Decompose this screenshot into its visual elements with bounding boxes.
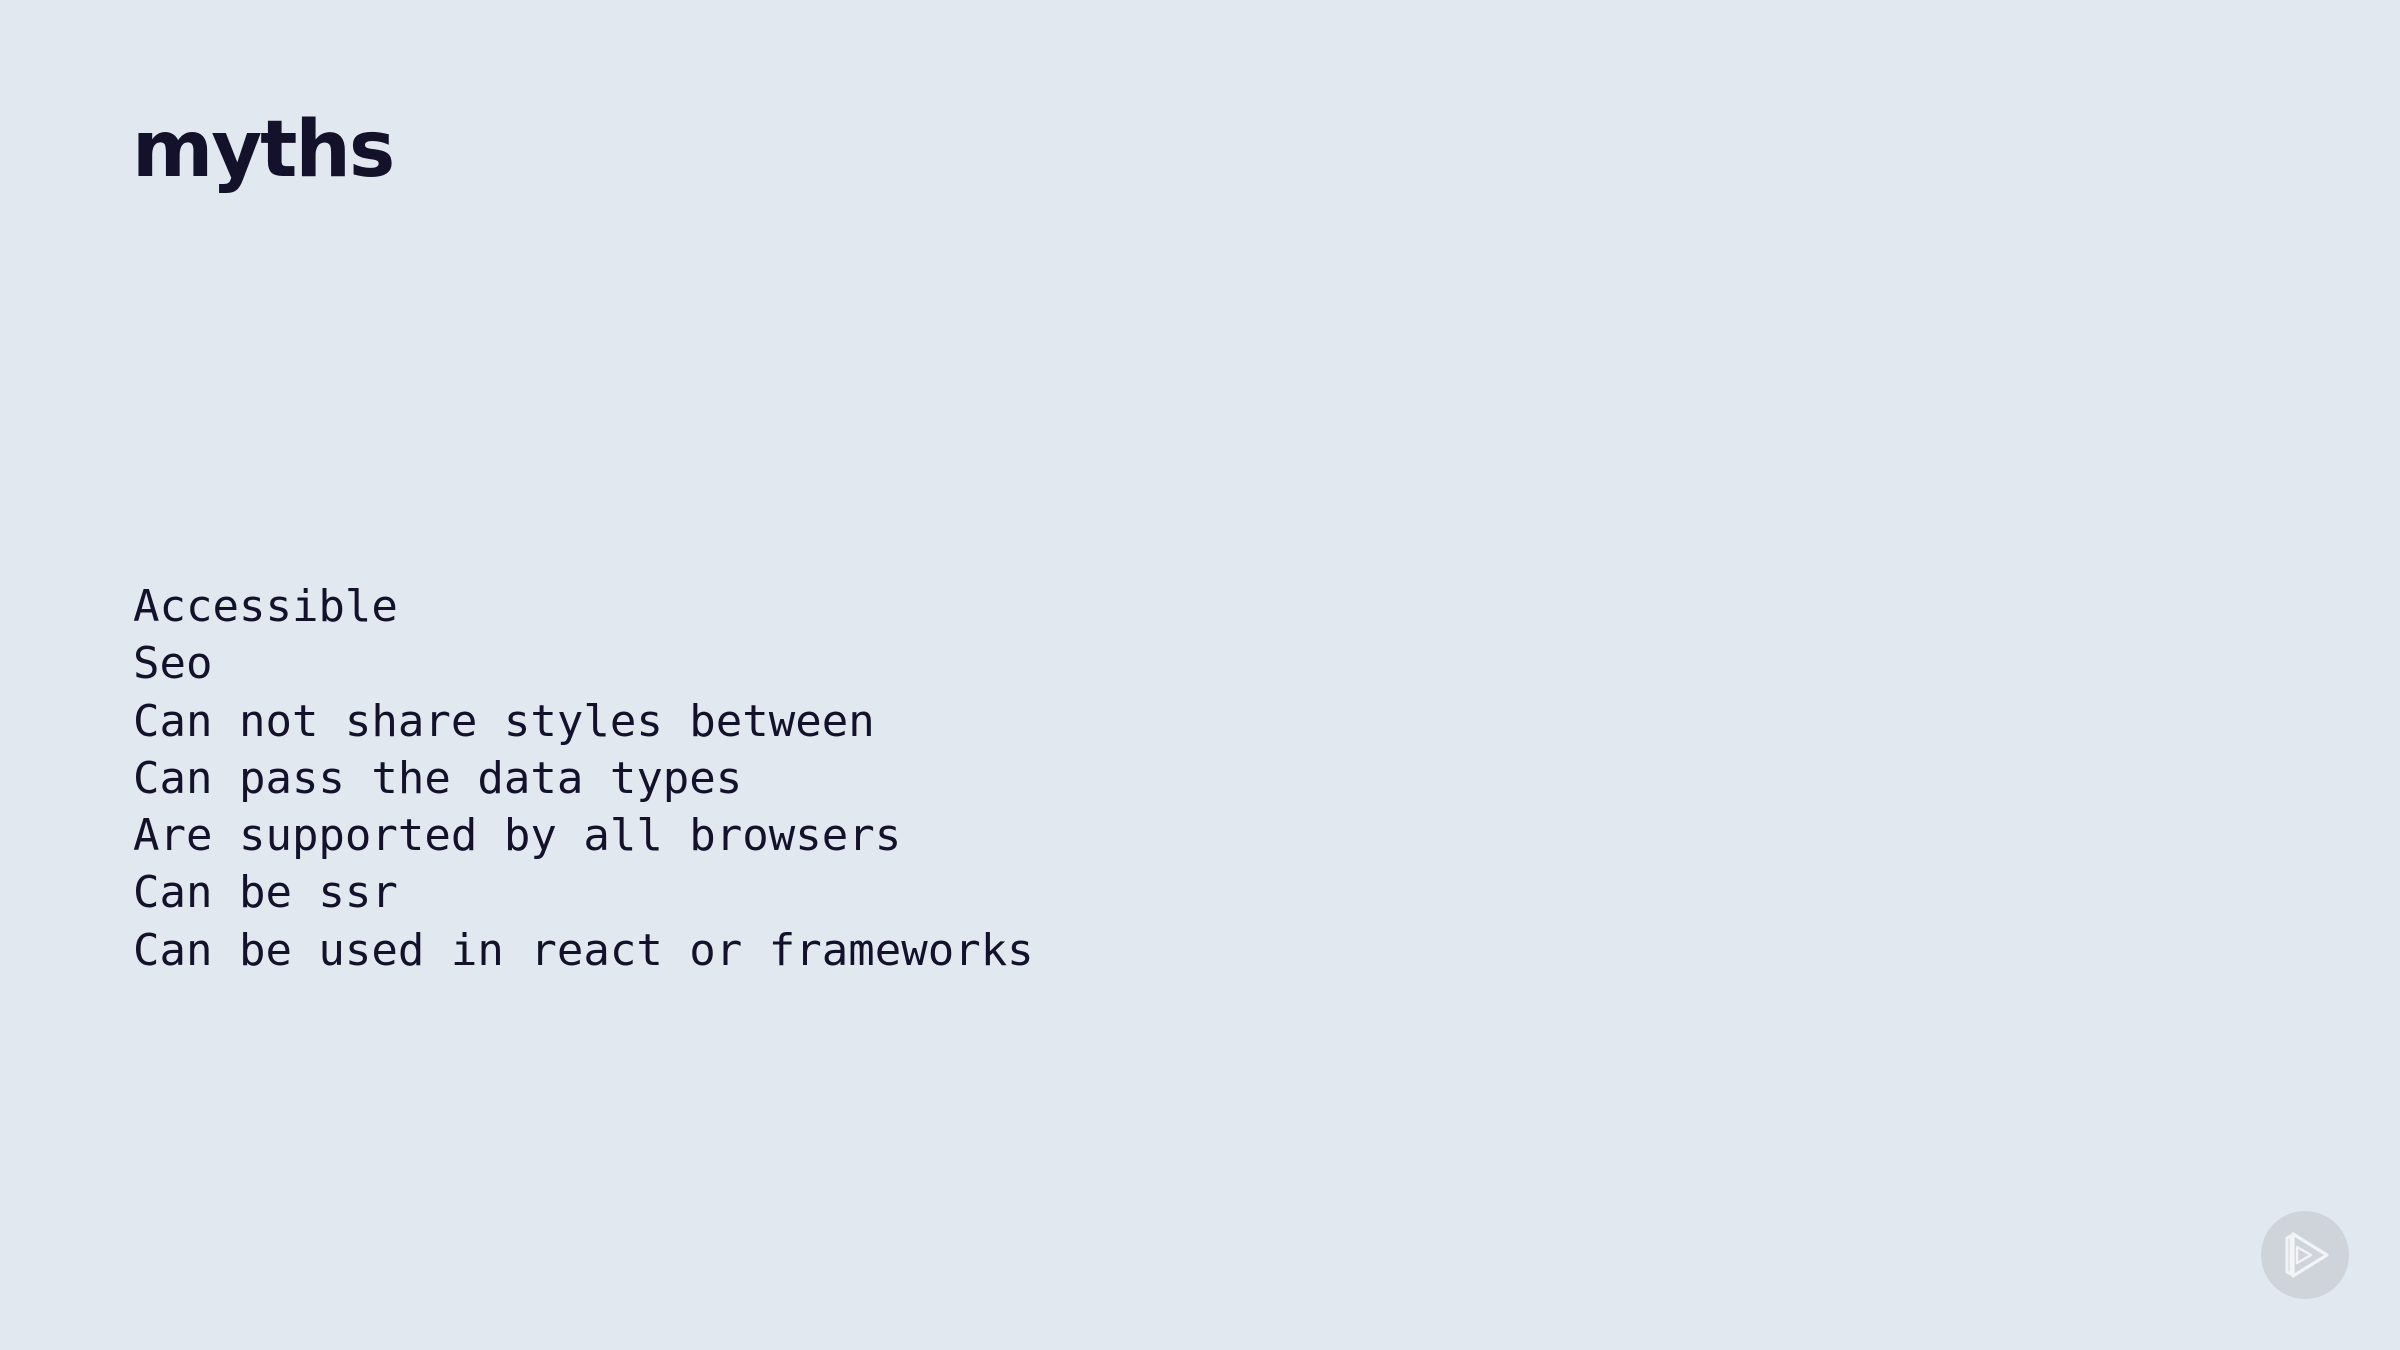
slide: myths Accessible Seo Can not share style…	[0, 0, 2400, 1350]
myth-item: Accessible	[133, 581, 398, 632]
myth-item: Can be used in react or frameworks	[133, 924, 1034, 976]
slide-title: myths	[132, 105, 395, 195]
play-badge	[2261, 1211, 2349, 1299]
myth-list: Accessible Seo Can not share styles betw…	[133, 578, 1034, 979]
myth-item: Are supported by all browsers	[133, 810, 902, 862]
myth-item: Can not share styles between	[133, 695, 875, 747]
myth-item: Seo	[133, 638, 213, 690]
myth-item: Can pass the data types	[133, 752, 743, 804]
myth-item: Can be ssr	[133, 867, 398, 919]
play-icon	[2285, 1232, 2329, 1278]
